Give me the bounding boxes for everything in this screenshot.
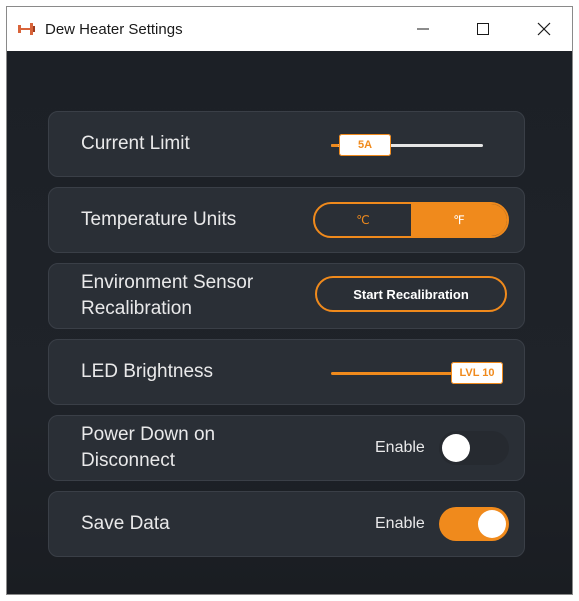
current-limit-value: 5A [357, 139, 373, 151]
maximize-icon [477, 23, 489, 35]
power-down-label-line2: Disconnect [81, 450, 175, 471]
current-limit-slider-fill [331, 144, 339, 147]
recalibration-label: Environment Sensor Recalibration [81, 270, 253, 322]
power-down-toggle[interactable] [439, 431, 509, 465]
led-brightness-slider-fill[interactable] [331, 372, 459, 375]
window-title: Dew Heater Settings [45, 21, 183, 38]
led-brightness-row: LED Brightness LVL 10 [48, 339, 525, 405]
current-limit-slider-thumb[interactable]: 5A [339, 134, 391, 156]
fahrenheit-option[interactable]: ℉ [411, 204, 507, 236]
maximize-button[interactable] [460, 7, 506, 51]
recalibration-label-line1: Environment Sensor [81, 272, 254, 293]
dew-heater-app-icon [18, 23, 35, 35]
save-data-row: Save Data Enable [48, 491, 525, 557]
celsius-option[interactable]: ℃ [315, 204, 411, 236]
minimize-button[interactable] [400, 7, 446, 51]
power-down-enable-label: Enable [375, 439, 425, 456]
led-brightness-label: LED Brightness [81, 361, 214, 382]
start-recalibration-button[interactable]: Start Recalibration [315, 276, 507, 312]
save-data-enable-label: Enable [375, 515, 425, 532]
save-data-toggle-knob [478, 510, 506, 538]
save-data-label: Save Data [81, 513, 170, 534]
save-data-toggle[interactable] [439, 507, 509, 541]
led-brightness-slider-thumb[interactable]: LVL 10 [451, 362, 503, 384]
temperature-units-row: Temperature Units ℃ ℉ [48, 187, 525, 253]
power-down-row: Power Down on Disconnect Enable [48, 415, 525, 481]
close-icon [537, 22, 551, 36]
temperature-units-toggle[interactable]: ℃ ℉ [313, 202, 509, 238]
dew-heater-settings-window: Dew Heater Settings Current Limit 5A Tem… [6, 6, 573, 595]
temperature-units-label: Temperature Units [81, 209, 237, 230]
recalibration-label-line2: Recalibration [81, 298, 192, 319]
led-brightness-value: LVL 10 [459, 367, 495, 379]
settings-panel: Current Limit 5A Temperature Units ℃ ℉ E… [7, 51, 572, 594]
current-limit-row: Current Limit 5A [48, 111, 525, 177]
power-down-toggle-knob [442, 434, 470, 462]
power-down-label: Power Down on Disconnect [81, 422, 215, 474]
recalibration-row: Environment Sensor Recalibration Start R… [48, 263, 525, 329]
title-bar[interactable]: Dew Heater Settings [7, 7, 572, 51]
current-limit-label: Current Limit [81, 133, 190, 154]
power-down-label-line1: Power Down on [81, 424, 216, 445]
close-button[interactable] [521, 7, 567, 51]
minimize-icon [417, 28, 429, 30]
